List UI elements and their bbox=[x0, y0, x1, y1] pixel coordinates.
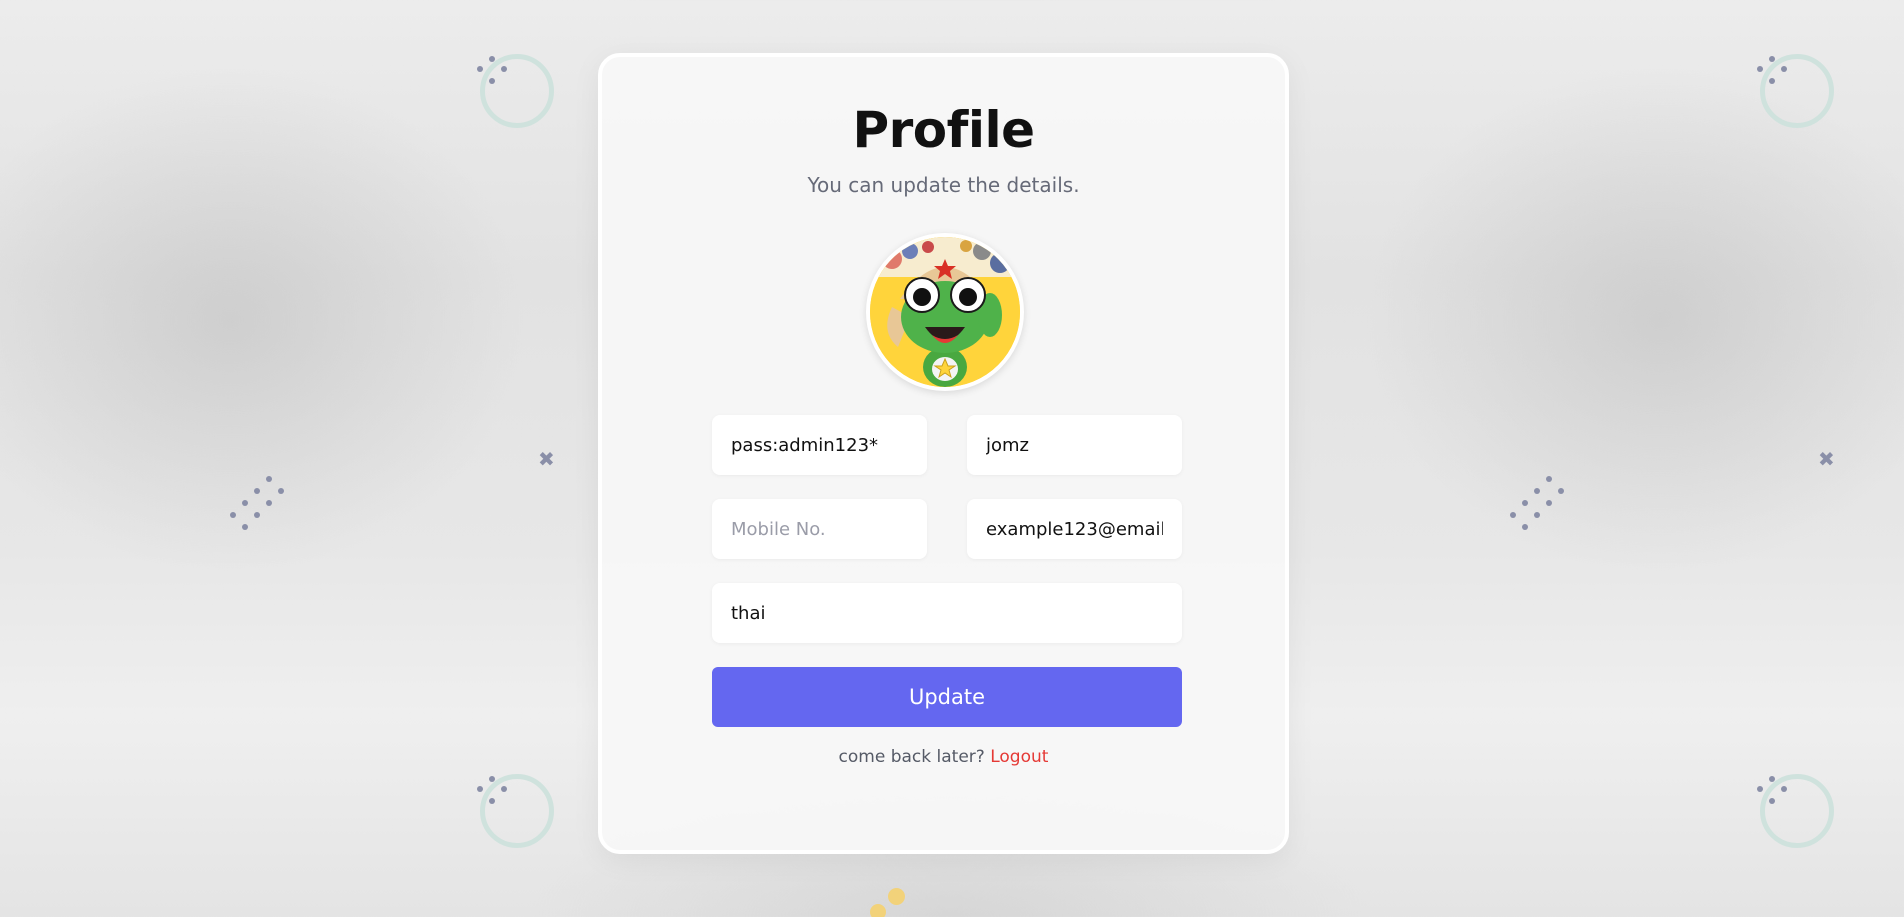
decor-ring-top-right bbox=[1757, 54, 1834, 128]
profile-card: Profile You can update the details. pass… bbox=[598, 53, 1289, 854]
page-subtitle: You can update the details. bbox=[807, 173, 1080, 197]
footer-prompt: come back later? bbox=[838, 747, 985, 767]
decor-yellow-dot bbox=[888, 888, 905, 905]
page-title: Profile bbox=[852, 101, 1035, 159]
decor-ring-bottom-right bbox=[1757, 774, 1834, 848]
email-field[interactable] bbox=[967, 499, 1182, 559]
decor-dot-cluster-left bbox=[228, 474, 288, 534]
username-field[interactable] bbox=[967, 415, 1182, 475]
logout-link[interactable]: Logout bbox=[990, 747, 1048, 767]
decor-ring-bottom-left bbox=[477, 774, 554, 848]
decor-yellow-dot bbox=[870, 904, 886, 917]
password-field[interactable] bbox=[712, 415, 927, 475]
footer-line: come back later? Logout bbox=[602, 747, 1285, 767]
decor-ring-top-left bbox=[477, 54, 554, 128]
decor-x-right-icon: ✖ bbox=[1818, 447, 1835, 471]
frog-avatar-icon bbox=[870, 237, 1020, 387]
decor-dot-cluster-right bbox=[1508, 474, 1568, 534]
update-button[interactable]: Update bbox=[712, 667, 1182, 727]
decor-x-left-icon: ✖ bbox=[538, 447, 555, 471]
mobile-field[interactable] bbox=[712, 499, 927, 559]
country-field[interactable] bbox=[712, 583, 1182, 643]
avatar[interactable] bbox=[866, 233, 1024, 391]
